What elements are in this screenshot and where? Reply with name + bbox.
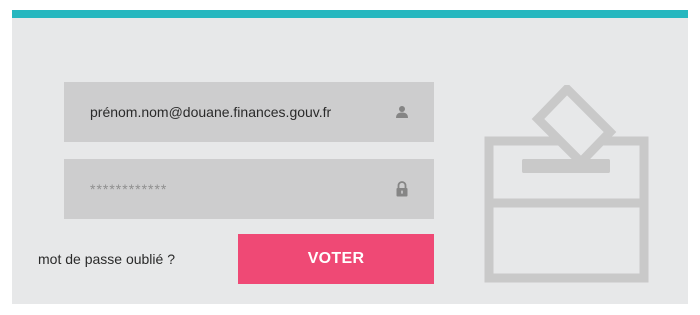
password-field[interactable]: ************ [64, 159, 434, 219]
ballot-box-icon [484, 85, 649, 283]
forgot-password-link[interactable]: mot de passe oublié ? [38, 251, 175, 267]
email-field[interactable]: prénom.nom@douane.finances.gouv.fr [64, 82, 434, 142]
user-icon [394, 104, 410, 120]
accent-bar [12, 10, 688, 18]
vote-button[interactable]: VOTER [238, 234, 434, 284]
password-placeholder: ************ [90, 181, 168, 197]
email-value: prénom.nom@douane.finances.gouv.fr [90, 104, 332, 120]
login-panel: prénom.nom@douane.finances.gouv.fr *****… [12, 10, 688, 304]
lock-icon [394, 181, 410, 197]
